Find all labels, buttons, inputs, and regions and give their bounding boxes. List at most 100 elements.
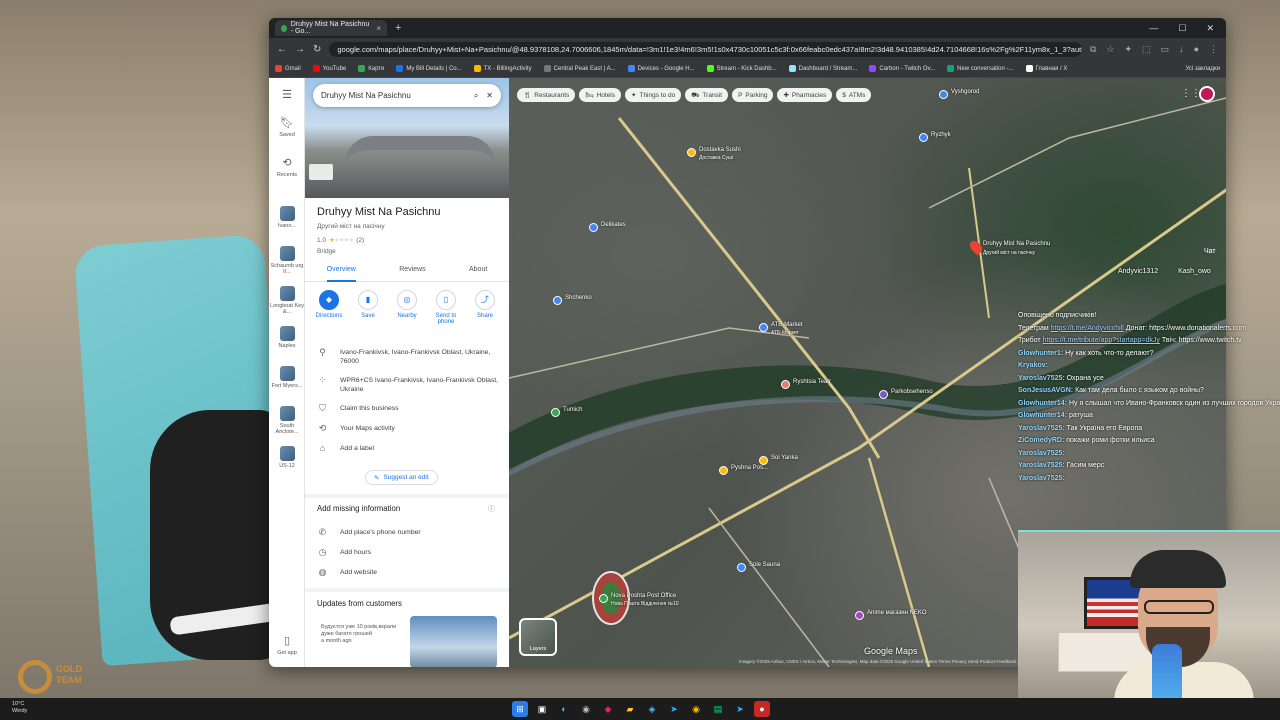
map-poi-icon[interactable] <box>939 90 948 99</box>
telegram2-icon[interactable]: ➤ <box>732 701 748 717</box>
map-poi-label[interactable]: Soi Yanka <box>771 455 798 461</box>
new-tab-button[interactable]: + <box>395 22 401 34</box>
task-view-icon[interactable]: ▣ <box>534 701 550 717</box>
map-poi-label[interactable]: Dostavka Sushi <box>699 147 741 153</box>
translate-icon[interactable]: ⧉ <box>1090 44 1096 55</box>
info-icon[interactable]: ⓘ <box>488 504 495 514</box>
search-input[interactable]: Druhyy Mist Na Pasichnu <box>321 91 466 100</box>
telegram-icon[interactable]: ➤ <box>666 701 682 717</box>
chip-restaurants[interactable]: 🍴︎ Restaurants <box>517 88 576 102</box>
start-icon[interactable]: ⊞ <box>512 701 528 717</box>
layers-button[interactable]: Layers <box>519 618 557 656</box>
obs-icon[interactable]: ◉ <box>578 701 594 717</box>
map-poi-label[interactable]: Tumich <box>563 407 582 413</box>
map-poi-icon[interactable] <box>589 223 598 232</box>
update-photo[interactable] <box>410 616 497 667</box>
bookmark-item[interactable]: TX - BillingActivity <box>473 65 532 72</box>
send-to-phone-button[interactable]: ▯ Send to phone <box>428 290 464 325</box>
recent-place-item[interactable]: South Anclote... <box>269 406 305 435</box>
bookmark-item[interactable]: My Bill Details | Co... <box>396 65 462 72</box>
download-icon[interactable]: ↓ <box>1179 44 1184 55</box>
extensions-puzzle-icon[interactable]: ⬚ <box>1142 44 1151 55</box>
bookmark-item[interactable]: Central Peak East | A... <box>543 65 616 72</box>
map-poi-label[interactable]: Pyshna Pos... <box>731 465 768 471</box>
close-icon[interactable]: ✕ <box>486 91 493 100</box>
chrome-icon[interactable]: ◉ <box>688 701 704 717</box>
save-button[interactable]: ▮ Save <box>350 290 386 325</box>
add-hours-row[interactable]: ◷ Add hours <box>317 548 502 557</box>
sidebar-icon[interactable]: ▭ <box>1161 44 1170 55</box>
recent-place-item[interactable]: Fort Myers... <box>269 366 305 389</box>
chip-things-to-do[interactable]: ✦ Things to do <box>625 88 682 102</box>
claim-business-row[interactable]: ⛉ Claim this business <box>317 404 502 413</box>
add-label-row[interactable]: ⌂ Add a label <box>317 444 502 453</box>
map-poi-label[interactable]: Shchenko <box>565 295 592 301</box>
map-poi-label[interactable]: Delikates <box>601 222 626 228</box>
map-poi-icon[interactable] <box>599 594 608 603</box>
bookmark-item[interactable]: Gmail <box>275 65 301 72</box>
apps-grid-icon[interactable]: ⋮⋮ <box>1181 88 1201 99</box>
map-poi-icon[interactable] <box>759 323 768 332</box>
directions-button[interactable]: ◆ Directions <box>311 290 347 325</box>
map-poi-icon[interactable] <box>737 563 746 572</box>
extension-icon[interactable]: ✦ <box>1124 44 1132 55</box>
account-avatar[interactable] <box>1199 86 1215 102</box>
map-poi-label[interactable]: Nova Poshta Post Office <box>611 593 676 599</box>
saved-button[interactable]: 🔖︎ Saved <box>269 116 305 138</box>
chip-atms[interactable]: $ ATMs <box>836 88 872 102</box>
add-phone-row[interactable]: ✆ Add place's phone number <box>317 528 502 537</box>
bookmark-item[interactable]: Stream - Kick Dashb... <box>706 65 777 72</box>
search-icon[interactable]: ⌕ <box>474 91 478 101</box>
map-poi-icon[interactable] <box>719 466 728 475</box>
edge-icon[interactable]: ◐ <box>556 701 572 717</box>
nearby-button[interactable]: ◎ Nearby <box>389 290 425 325</box>
maximize-icon[interactable]: ☐ <box>1178 23 1186 34</box>
minimize-icon[interactable]: — <box>1149 23 1158 34</box>
plus-code-row[interactable]: ⁘ WPR6+CS Ivano-Frankivsk, Ivano-Frankivs… <box>317 376 502 394</box>
map-poi-label[interactable]: Ryshtsia Teatr <box>793 379 831 385</box>
map-poi-icon[interactable] <box>879 390 888 399</box>
place-rating[interactable]: 1.0 ★★★★★ (2) <box>317 236 364 245</box>
bookmark-star-icon[interactable]: ☆ <box>1106 44 1114 55</box>
bookmark-item[interactable]: Главная / X <box>1025 65 1067 72</box>
chat-link[interactable]: https://t.me/Andyvicchill <box>1051 325 1124 332</box>
chip-transit[interactable]: ⛟ Transit <box>685 88 729 102</box>
bookmark-item[interactable]: New conversation -... <box>947 65 1014 72</box>
map-poi-icon[interactable] <box>551 408 560 417</box>
map-poi-label[interactable]: Anime магазин NEKO <box>867 610 927 616</box>
close-tab-icon[interactable]: × <box>376 24 381 33</box>
bookmark-item[interactable]: Dashboard / Stream... <box>788 65 857 72</box>
recording-app-icon[interactable]: ● <box>754 701 770 717</box>
share-button[interactable]: ⤴ Share <box>467 290 503 325</box>
map-poi-icon[interactable] <box>759 456 768 465</box>
bookmark-item[interactable]: YouTube <box>312 65 346 72</box>
file-explorer-icon[interactable]: ▰ <box>622 701 638 717</box>
menu-dots-icon[interactable]: ⋮ <box>1209 44 1218 55</box>
reload-icon[interactable]: ↻ <box>313 44 321 55</box>
address-row[interactable]: ⚲ Ivano-Frankivsk, Ivano-Frankivsk Oblast… <box>317 348 502 366</box>
back-icon[interactable]: ← <box>277 44 287 55</box>
bookmark-item[interactable]: Карти <box>358 65 384 72</box>
recent-place-item[interactable]: US-12 <box>269 446 305 469</box>
recent-place-item[interactable]: Longboat Key &... <box>269 286 305 315</box>
chat-link[interactable]: https://t.me/tribute/app?startapp=dkJy <box>1043 337 1160 344</box>
tab-overview[interactable]: Overview <box>326 262 356 282</box>
place-category[interactable]: Bridge <box>317 248 336 255</box>
map-poi-label[interactable]: Sole Sauna <box>749 562 780 568</box>
map-poi-label[interactable]: Vyshgorod <box>951 89 979 95</box>
weather-widget[interactable]: 10°C Windy <box>12 701 27 715</box>
add-website-row[interactable]: ◍ Add website <box>317 568 502 577</box>
bookmark-item[interactable]: Devices - Google H... <box>627 65 695 72</box>
map-poi-icon[interactable] <box>919 133 928 142</box>
close-window-icon[interactable]: ✕ <box>1206 23 1214 34</box>
maps-activity-row[interactable]: ⟲ Your Maps activity <box>317 424 502 433</box>
steam-icon[interactable]: ◈ <box>644 701 660 717</box>
get-app-button[interactable]: ▯ Get app <box>269 634 305 656</box>
url-field[interactable]: google.com/maps/place/Druhyy+Mist+Na+Pas… <box>329 41 1082 57</box>
recents-button[interactable]: ⟲ Recents <box>269 156 305 178</box>
search-box[interactable]: Druhyy Mist Na Pasichnu ⌕ ✕ <box>313 84 501 107</box>
map-poi-icon[interactable] <box>687 148 696 157</box>
map-poi-label[interactable]: Parkobsehenso <box>891 389 933 395</box>
map-poi-label[interactable]: Ryzhyk <box>931 132 951 138</box>
forward-icon[interactable]: → <box>295 44 305 55</box>
